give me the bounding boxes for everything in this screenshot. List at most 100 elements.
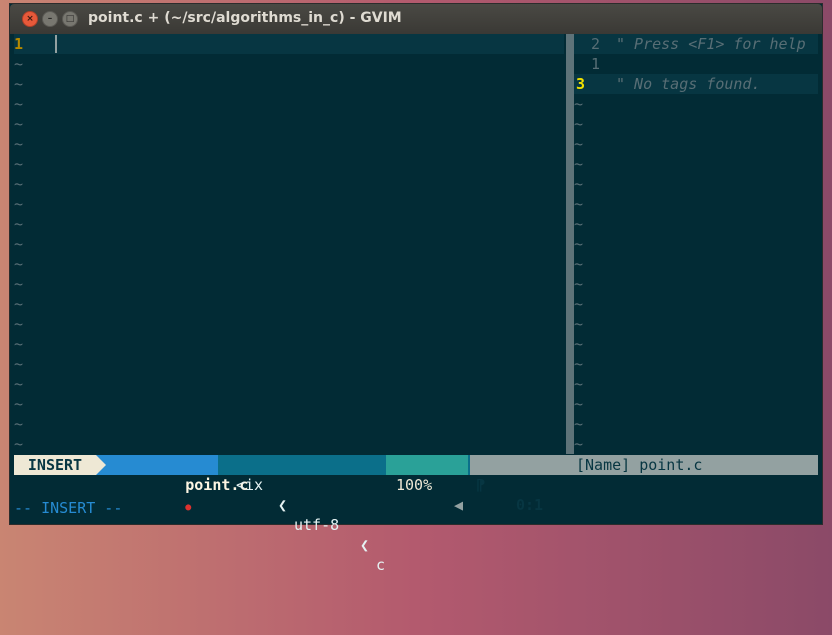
chevron-left-icon: ❮: [360, 536, 370, 554]
line-icon: ⁋: [476, 476, 486, 494]
tagbar-line[interactable]: 3 " No tags found.: [574, 74, 818, 94]
encoding: utf-8: [294, 516, 340, 534]
window-title: point.c + (~/src/algorithms_in_c) - GVIM: [88, 10, 402, 26]
tilde-filler: ~: [574, 315, 584, 333]
percent: 100%: [396, 476, 433, 494]
command-line: -- INSERT --: [14, 499, 123, 517]
tilde-filler: ~: [14, 315, 24, 333]
tagbar-pane[interactable]: 2 " Press <F1> for help 1 3 " No tags found.…: [574, 34, 818, 454]
tilde-filler: ~: [14, 375, 24, 393]
empty-line[interactable]: ~: [574, 374, 818, 394]
empty-line[interactable]: ~: [14, 354, 564, 374]
tilde-filler: ~: [574, 435, 584, 453]
title-bar: × – □ point.c + (~/src/algorithms_in_c) …: [10, 4, 822, 34]
empty-line[interactable]: ~: [574, 434, 818, 454]
empty-line[interactable]: ~: [574, 274, 818, 294]
empty-line[interactable]: ~: [14, 434, 564, 454]
empty-line[interactable]: ~: [574, 174, 818, 194]
empty-line[interactable]: ~: [574, 134, 818, 154]
tilde-filler: ~: [574, 135, 584, 153]
tilde-filler: ~: [574, 335, 584, 353]
maximize-button[interactable]: □: [62, 11, 78, 27]
empty-line[interactable]: ~: [574, 314, 818, 334]
current-line[interactable]: 1: [14, 34, 564, 54]
tilde-filler: ~: [14, 255, 24, 273]
empty-line[interactable]: ~: [574, 294, 818, 314]
left-editor-pane[interactable]: 1 ~ ~ ~ ~ ~ ~ ~ ~ ~ ~ ~ ~ ~ ~ ~ ~ ~ ~ ~ ~: [14, 34, 564, 454]
empty-line[interactable]: ~: [14, 154, 564, 174]
tilde-filler: ~: [14, 115, 24, 133]
line-number: 1: [590, 55, 600, 73]
status-filename: point.c ●: [96, 455, 248, 513]
empty-line[interactable]: ~: [574, 234, 818, 254]
separator-arrow-icon: [96, 455, 106, 475]
empty-line[interactable]: ~: [14, 214, 564, 234]
tilde-filler: ~: [14, 415, 24, 433]
tilde-filler: ~: [14, 395, 24, 413]
mode-indicator: INSERT: [14, 455, 96, 475]
empty-line[interactable]: ~: [574, 334, 818, 354]
tilde-filler: ~: [574, 415, 584, 433]
tilde-filler: ~: [574, 275, 584, 293]
empty-line[interactable]: ~: [14, 234, 564, 254]
empty-line[interactable]: ~: [14, 314, 564, 334]
empty-line[interactable]: ~: [574, 194, 818, 214]
empty-line[interactable]: ~: [14, 254, 564, 274]
status-position: ⁋ 0:1: [470, 455, 550, 514]
text-cursor: [55, 35, 57, 53]
tilde-filler: ~: [14, 235, 24, 253]
tilde-filler: ~: [574, 95, 584, 113]
empty-line[interactable]: ~: [574, 94, 818, 114]
empty-line[interactable]: ~: [574, 154, 818, 174]
cursor-position: 0:1: [516, 496, 544, 514]
empty-line[interactable]: ~: [14, 174, 564, 194]
empty-line[interactable]: ~: [14, 394, 564, 414]
empty-line[interactable]: ~: [14, 134, 564, 154]
tilde-filler: ~: [14, 355, 24, 373]
tilde-filler: ~: [574, 175, 584, 193]
vertical-split-bar[interactable]: [566, 34, 574, 454]
tilde-filler: ~: [14, 275, 24, 293]
tilde-filler: ~: [574, 375, 584, 393]
tilde-filler: ~: [574, 235, 584, 253]
empty-line[interactable]: ~: [14, 274, 564, 294]
tilde-filler: ~: [14, 135, 24, 153]
tilde-filler: ~: [574, 295, 584, 313]
tilde-filler: ~: [14, 155, 24, 173]
empty-line[interactable]: ~: [14, 374, 564, 394]
close-button[interactable]: ×: [22, 11, 38, 27]
tilde-filler: ~: [14, 295, 24, 313]
tilde-filler: ~: [14, 75, 24, 93]
editor-area[interactable]: 1 ~ ~ ~ ~ ~ ~ ~ ~ ~ ~ ~ ~ ~ ~ ~ ~ ~ ~ ~ ~ 2 " Press <F1> for …: [14, 34, 818, 574]
tilde-filler: ~: [574, 195, 584, 213]
tilde-filler: ~: [14, 95, 24, 113]
fileformat: <ix: [236, 476, 264, 494]
empty-line[interactable]: ~: [14, 294, 564, 314]
empty-line[interactable]: ~: [14, 414, 564, 434]
tilde-filler: ~: [574, 155, 584, 173]
empty-line[interactable]: ~: [14, 194, 564, 214]
empty-line[interactable]: ~: [14, 334, 564, 354]
empty-line[interactable]: ~: [14, 74, 564, 94]
modified-icon: ●: [185, 502, 192, 513]
empty-line[interactable]: ~: [14, 114, 564, 134]
empty-line[interactable]: ~: [14, 54, 564, 74]
tagbar-line[interactable]: 2 " Press <F1> for help: [574, 34, 818, 54]
empty-line[interactable]: ~: [574, 354, 818, 374]
filetype: c: [376, 556, 386, 574]
status-percent: 100% ◀: [386, 455, 468, 514]
tilde-filler: ~: [14, 435, 24, 453]
tilde-filler: ~: [14, 175, 24, 193]
empty-line[interactable]: ~: [574, 394, 818, 414]
tagbar-line[interactable]: 1: [574, 54, 818, 74]
line-number: 3: [576, 75, 586, 93]
empty-line[interactable]: ~: [14, 94, 564, 114]
empty-line[interactable]: ~: [574, 114, 818, 134]
tagbar-comment: " Press <F1> for help: [616, 35, 806, 53]
tilde-filler: ~: [574, 215, 584, 233]
minimize-button[interactable]: –: [42, 11, 58, 27]
separator-arrow-left-icon: ◀: [454, 496, 464, 514]
empty-line[interactable]: ~: [574, 214, 818, 234]
empty-line[interactable]: ~: [574, 414, 818, 434]
empty-line[interactable]: ~: [574, 254, 818, 274]
